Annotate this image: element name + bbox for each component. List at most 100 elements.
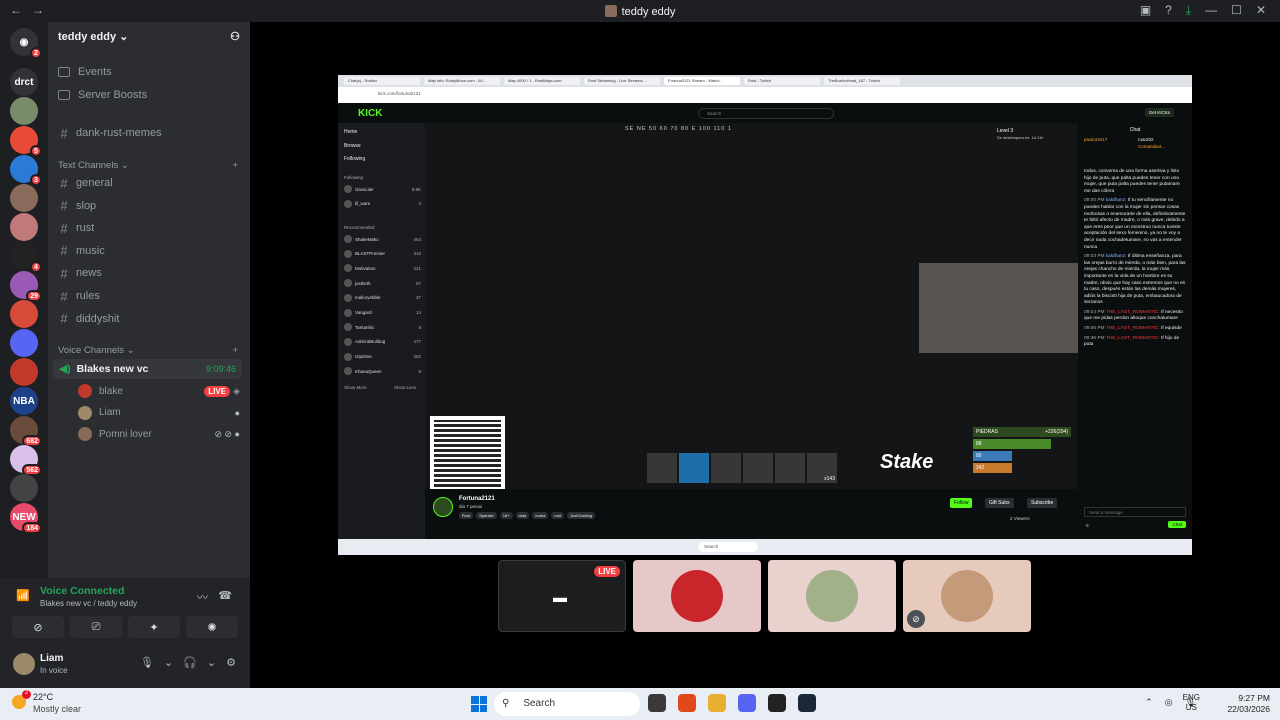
user-name[interactable]: Liam (40, 653, 63, 664)
muted-icon: ⊘ (907, 610, 925, 628)
channel-music[interactable]: # music (56, 241, 242, 261)
network-icon[interactable]: ◎ (1165, 697, 1173, 708)
participant-avatar (806, 570, 858, 622)
stream-tags: Rust Spanish 18+ dota moba rust JustChatting (459, 512, 596, 519)
screen-share-stream[interactable]: Chat(s) - Roblox Map Info: RustyMoon.com … (338, 75, 1192, 555)
taskbar-search[interactable]: ⚲ Search (494, 692, 640, 716)
voice-member[interactable]: Liam ● (78, 404, 240, 422)
server-icon[interactable]: 29 (10, 271, 42, 302)
voice-member[interactable]: blake LIVE ◈ (78, 382, 240, 400)
voice-location[interactable]: Blakes new vc / teddy eddy (40, 599, 137, 608)
chevron-down-icon[interactable]: ⌄ (164, 656, 173, 669)
channel-name: rust (76, 222, 95, 235)
voice-channel-blakes[interactable]: ◀) Blakes new vc 9:09:46 (53, 359, 242, 379)
server-header[interactable]: teddy eddy ⌄ ⚇ (48, 22, 250, 54)
participant-tile-stream[interactable]: ▬ LIVE (498, 560, 626, 632)
server-icon[interactable] (10, 358, 38, 386)
channel-news[interactable]: # news (56, 263, 242, 283)
chevron-down-icon[interactable]: ⌄ (207, 656, 216, 669)
inbox-icon[interactable]: ▣ (1140, 3, 1151, 18)
add-channel-icon[interactable]: + (232, 160, 238, 171)
channel-rust[interactable]: # rust (56, 218, 242, 238)
language-indicator[interactable]: ENG US (1183, 693, 1200, 713)
add-member-icon[interactable]: ⚇ (230, 30, 240, 46)
server-icon[interactable] (10, 213, 38, 241)
channel-diddyshit[interactable]: # diddyshit (56, 309, 242, 329)
file-explorer-icon[interactable] (708, 694, 726, 712)
task-view-icon[interactable] (648, 694, 666, 712)
server-icon[interactable]: 4 (10, 242, 42, 273)
signal-icon[interactable]: 📶 (16, 589, 30, 602)
brave-browser-icon[interactable] (678, 694, 696, 712)
close-icon[interactable]: ✕ (1256, 3, 1266, 18)
events-item[interactable]: Events (56, 62, 242, 82)
server-boosts-item[interactable]: Server Boosts (56, 85, 242, 105)
user-avatar[interactable] (13, 653, 35, 675)
disconnect-icon[interactable]: ☎ (218, 589, 232, 602)
user-panel: Liam In voice 🎙 ⌄ 🎧 ⌄ ⚙ (0, 644, 250, 688)
server-icon[interactable] (10, 97, 38, 125)
server-icon[interactable] (10, 184, 38, 212)
clock[interactable]: 9:27 PM 22/03/2026 (1227, 693, 1270, 715)
hotbar-slot (711, 453, 741, 483)
server-icon[interactable]: 562 (10, 445, 42, 476)
participant-tile[interactable] (768, 560, 896, 632)
server-icon[interactable] (10, 474, 38, 502)
microphone-icon[interactable]: 🎙 (140, 656, 154, 669)
channel-slop[interactable]: # slop (56, 196, 242, 216)
server-icon[interactable]: drct (10, 68, 38, 96)
show-hidden-icons-icon[interactable]: ⌃ (1145, 697, 1153, 708)
soundboard-icon: ✺ (207, 621, 217, 634)
calendar-icon (58, 67, 70, 77)
start-button[interactable] (471, 696, 487, 712)
github-app-icon[interactable] (768, 694, 786, 712)
share-screen-button[interactable]: ⎚ (70, 616, 122, 638)
discord-app-icon[interactable] (738, 694, 756, 712)
steam-app-icon[interactable] (798, 694, 816, 712)
server-icon[interactable] (10, 329, 38, 357)
headphones-icon[interactable]: 🎧 (183, 656, 197, 669)
activities-button[interactable]: ✦ (128, 616, 180, 638)
discord-logo-icon: ◉ (19, 36, 29, 48)
chat-text: If tu sencillamente no puedes hablar con… (1084, 198, 1186, 250)
direct-messages-button[interactable]: ◉ 2 (10, 28, 42, 59)
noise-suppression-icon[interactable]: 〰 (197, 589, 208, 605)
server-icon[interactable] (10, 300, 38, 328)
gift-subs-button: Gift Subs (985, 498, 1014, 508)
hash-icon: # (60, 265, 68, 281)
participant-tile[interactable]: ⊘ (903, 560, 1031, 632)
qr-code (430, 416, 505, 491)
kick-channel-count: 221 (413, 265, 421, 271)
server-badge: 4 (30, 261, 42, 273)
weather-badge: 2 (22, 690, 31, 699)
kick-channel: KhanaQueen 9 (344, 365, 421, 377)
download-icon[interactable]: ⤓ (1186, 3, 1191, 18)
add-voice-channel-icon[interactable]: + (232, 345, 238, 356)
chat-time: 09:06 PM (1084, 326, 1105, 332)
participant-tile[interactable] (633, 560, 761, 632)
server-icon[interactable]: 5 (10, 126, 42, 157)
help-icon[interactable]: ? (1165, 3, 1172, 18)
channel-rules[interactable]: # rules (56, 286, 242, 306)
text-channels-category[interactable]: Text Channels ⌄ + (58, 160, 238, 171)
minimize-icon[interactable]: — (1205, 3, 1217, 18)
settings-gear-icon[interactable]: ⚙ (226, 656, 236, 669)
voice-channels-category[interactable]: Voice Channels ⌄ + (58, 345, 238, 356)
chat-message: 09:03 PM kaldhanz: If última enseñanza, … (1084, 254, 1186, 307)
channel-dank-rust-memes[interactable]: # dank-rust-memes (56, 123, 242, 143)
server-icon[interactable]: 682 (10, 416, 42, 447)
maximize-icon[interactable]: ☐ (1231, 3, 1242, 18)
stake-logo: Stake (880, 451, 934, 473)
soundboard-button[interactable]: ✺ (186, 616, 238, 638)
server-icon[interactable]: NBA (10, 387, 38, 415)
voice-status[interactable]: Voice Connected (40, 585, 124, 597)
kick-channel-name: Tantanhic (355, 324, 375, 330)
kick-channel: AdmiralBulldog 477 (344, 336, 421, 348)
server-icon[interactable]: 3 (10, 155, 42, 186)
camera-off-button[interactable]: ⊘ (12, 616, 64, 638)
browser-tab: Map Info: RustyMoon.com - 60... (424, 77, 500, 85)
server-icon[interactable]: NEW 184 (10, 503, 42, 534)
kick-channel-name: ShakeMako (355, 236, 379, 242)
channel-general[interactable]: # general (56, 173, 242, 193)
voice-member[interactable]: Pomni lover ⊘ ⊘ ● (78, 425, 240, 443)
